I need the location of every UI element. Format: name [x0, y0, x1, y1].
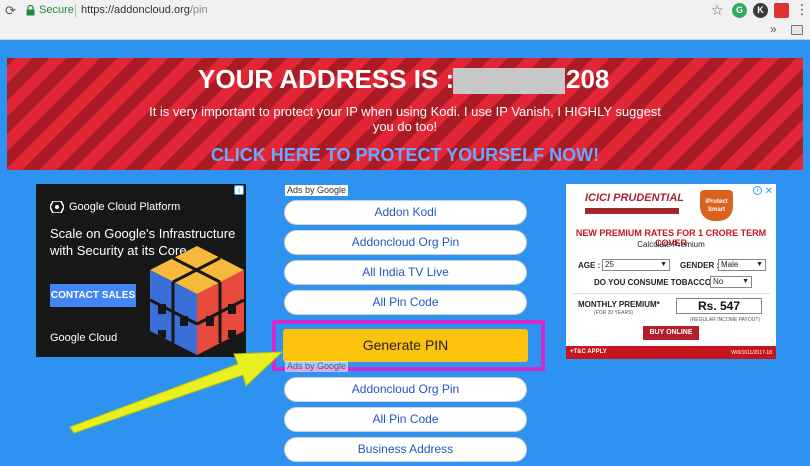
secure-label: Secure [39, 4, 74, 16]
bookmarks-overflow-icon[interactable]: » [770, 22, 777, 36]
premium-term-note: (FOR 30 YEARS) [594, 310, 634, 316]
divider [572, 293, 770, 294]
address-separator [75, 4, 76, 17]
url-text[interactable]: https://addoncloud.org/pin [81, 4, 208, 16]
chevron-down-icon: ▼ [660, 261, 667, 268]
grammarly-extension-icon[interactable]: G [732, 3, 747, 18]
generate-pin-button[interactable]: Generate PIN [283, 329, 528, 362]
contact-sales-button[interactable]: CONTACT SALES [50, 284, 136, 307]
ad-link-business-address[interactable]: Business Address [284, 437, 527, 462]
premium-value: Rs. 547 [676, 298, 762, 314]
monthly-premium-label: MONTHLY PREMIUM* [578, 300, 660, 309]
age-select[interactable]: 25 ▼ [602, 259, 670, 271]
google-cloud-logo-icon [50, 201, 64, 213]
ad-link-addoncloud-org-pin[interactable]: Addoncloud Org Pin [284, 230, 527, 255]
tobacco-label: DO YOU CONSUME TOBACCO ? [594, 278, 719, 287]
ad-link-all-india-tv-live[interactable]: All India TV Live [284, 260, 527, 285]
ad-close-icon[interactable]: ✕ [765, 186, 773, 197]
ad-link-addon-kodi[interactable]: Addon Kodi [284, 200, 527, 225]
address-title-prefix: YOUR ADDRESS IS : [198, 64, 455, 94]
premium-payout-note: (REGULAR INCOME PAYOUT) [690, 317, 761, 323]
address-bar[interactable]: ⟳ Secure https://addoncloud.org/pin ☆ G … [0, 0, 810, 22]
address-title-suffix: 208 [566, 64, 610, 94]
chevron-down-icon: ▼ [756, 261, 763, 268]
banner-subtitle: It is very important to protect your IP … [149, 104, 661, 134]
icici-tagline-bar [585, 208, 679, 214]
red-extension-icon[interactable] [774, 3, 789, 18]
ad-reference-code: W/II/1611/2017-18 [731, 350, 772, 356]
k-extension-icon[interactable]: K [753, 3, 768, 18]
bookmark-star-icon[interactable]: ☆ [711, 2, 724, 19]
tc-apply-label: +T&C APPLY [570, 349, 607, 355]
ad-link-all-pin-code[interactable]: All Pin Code [284, 290, 527, 315]
adchoices-icon[interactable]: i [234, 185, 244, 195]
address-title: YOUR ADDRESS IS : 208 [7, 64, 803, 94]
age-label: AGE : [578, 261, 601, 270]
ads-by-google-label-2[interactable]: Ads by Google [285, 361, 349, 372]
ads-by-google-label[interactable]: Ads by Google [285, 185, 349, 196]
chevron-down-icon: ▼ [742, 278, 749, 285]
icici-header: ICICI PRUDENTIAL iProtect Smart [566, 184, 776, 224]
ad-link-addoncloud-org-pin-2[interactable]: Addoncloud Org Pin [284, 377, 527, 402]
redacted-ip [453, 68, 565, 94]
iprotect-shield-logo: iProtect Smart [700, 190, 733, 221]
browser-chrome: ⟳ Secure https://addoncloud.org/pin ☆ G … [0, 0, 810, 40]
gender-select[interactable]: Male ▼ [718, 259, 766, 271]
tobacco-select[interactable]: No ▼ [710, 276, 752, 288]
buy-online-button[interactable]: BUY ONLINE [643, 326, 699, 340]
calculate-premium-label: Calculate Premium [637, 240, 705, 249]
icici-footer: +T&C APPLY W/II/1611/2017-18 [566, 346, 776, 359]
icici-prudential-ad[interactable]: ICICI PRUDENTIAL iProtect Smart i ✕ NEW … [566, 184, 776, 359]
protect-yourself-link[interactable]: CLICK HERE TO PROTECT YOURSELF NOW! [7, 145, 803, 166]
browser-menu-icon[interactable]: ⋮ [795, 1, 809, 18]
gender-label: GENDER : [680, 261, 720, 270]
google-cloud-footer: Google Cloud [50, 332, 118, 344]
ad-info-icon[interactable]: i [753, 186, 762, 195]
icici-logo: ICICI PRUDENTIAL [585, 192, 684, 204]
reload-icon[interactable]: ⟳ [5, 3, 16, 19]
ad-link-all-pin-code-2[interactable]: All Pin Code [284, 407, 527, 432]
gcp-brand-name: Google Cloud Platform [69, 201, 181, 213]
lock-icon [26, 5, 35, 16]
cube-lattice-art [149, 246, 245, 355]
ip-warning-banner: YOUR ADDRESS IS : 208 It is very importa… [7, 58, 803, 170]
bookmarks-folder-icon[interactable] [791, 25, 803, 35]
google-cloud-ad[interactable]: i Google Cloud Platform Scale on Google'… [36, 184, 246, 357]
